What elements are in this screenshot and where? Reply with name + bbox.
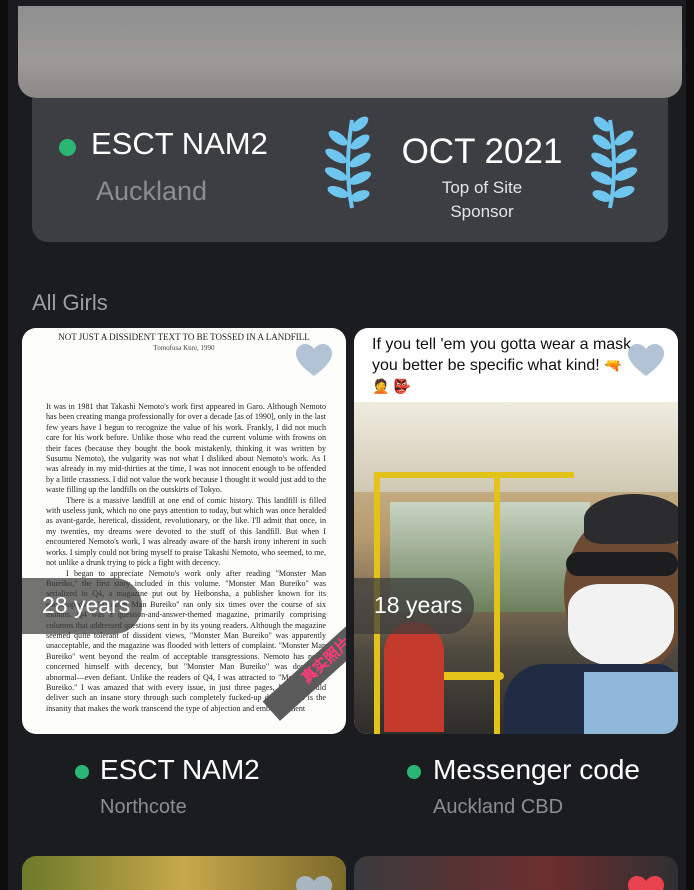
heart-icon[interactable]: [296, 876, 332, 890]
document-paragraph: There is a massive landfill at one end o…: [46, 495, 326, 568]
bus-rail: [494, 472, 500, 734]
award-subtitle: Sponsor: [450, 202, 514, 221]
selfie-photo: [354, 402, 678, 734]
section-title: All Girls: [32, 290, 108, 315]
profile-card[interactable]: [22, 856, 346, 890]
person-sunglasses: [566, 552, 678, 576]
profile-name[interactable]: ESCT NAM2: [100, 754, 260, 786]
bus-ceiling: [354, 402, 678, 492]
screen-edge-left: [0, 0, 8, 890]
profile-name[interactable]: Messenger code: [433, 754, 640, 786]
featured-profile-info[interactable]: ESCT NAM2 Auckland OCT 2021 Top of Site …: [32, 98, 668, 242]
passenger: [384, 622, 444, 732]
profile-city: Auckland CBD: [433, 796, 564, 818]
age-label: 28 years: [42, 592, 131, 618]
photo-caption: If you tell 'em you gotta wear a mask yo…: [372, 334, 642, 397]
laurel-icon: [590, 116, 638, 209]
featured-profile-photo[interactable]: [18, 6, 682, 98]
photo-caption-text: If you tell 'em you gotta wear a mask yo…: [372, 336, 632, 374]
document-body: It was in 1981 that Takashi Nemoto's wor…: [46, 402, 326, 714]
profile-city: Northcote: [100, 796, 187, 818]
profile-card[interactable]: NOT JUST A DISSIDENT TEXT TO BE TOSSED I…: [22, 328, 346, 734]
profile-card[interactable]: If you tell 'em you gotta wear a mask yo…: [354, 328, 678, 734]
document-paragraph: It was in 1981 that Takashi Nemoto's wor…: [46, 402, 326, 495]
document-header: NOT JUST A DISSIDENT TEXT TO BE TOSSED I…: [58, 332, 310, 342]
person-face-mask: [568, 584, 674, 666]
online-status-dot: [59, 139, 76, 156]
featured-profile-name: ESCT NAM2: [91, 126, 268, 161]
profile-card[interactable]: [354, 856, 678, 890]
person-shirt: [584, 672, 678, 734]
featured-profile-city: Auckland: [96, 176, 208, 206]
age-label: 18 years: [374, 592, 463, 618]
laurel-icon: [324, 116, 372, 209]
online-status-dot: [407, 765, 421, 779]
award-title: Top of Site: [441, 178, 523, 197]
heart-icon[interactable]: [296, 344, 332, 378]
heart-icon[interactable]: [628, 876, 664, 890]
award-date: OCT 2021: [401, 132, 563, 171]
bus-rail: [374, 472, 574, 478]
screen-edge-right: [686, 0, 694, 890]
online-status-dot: [75, 765, 89, 779]
heart-icon[interactable]: [628, 344, 664, 378]
person-cap: [584, 494, 678, 544]
